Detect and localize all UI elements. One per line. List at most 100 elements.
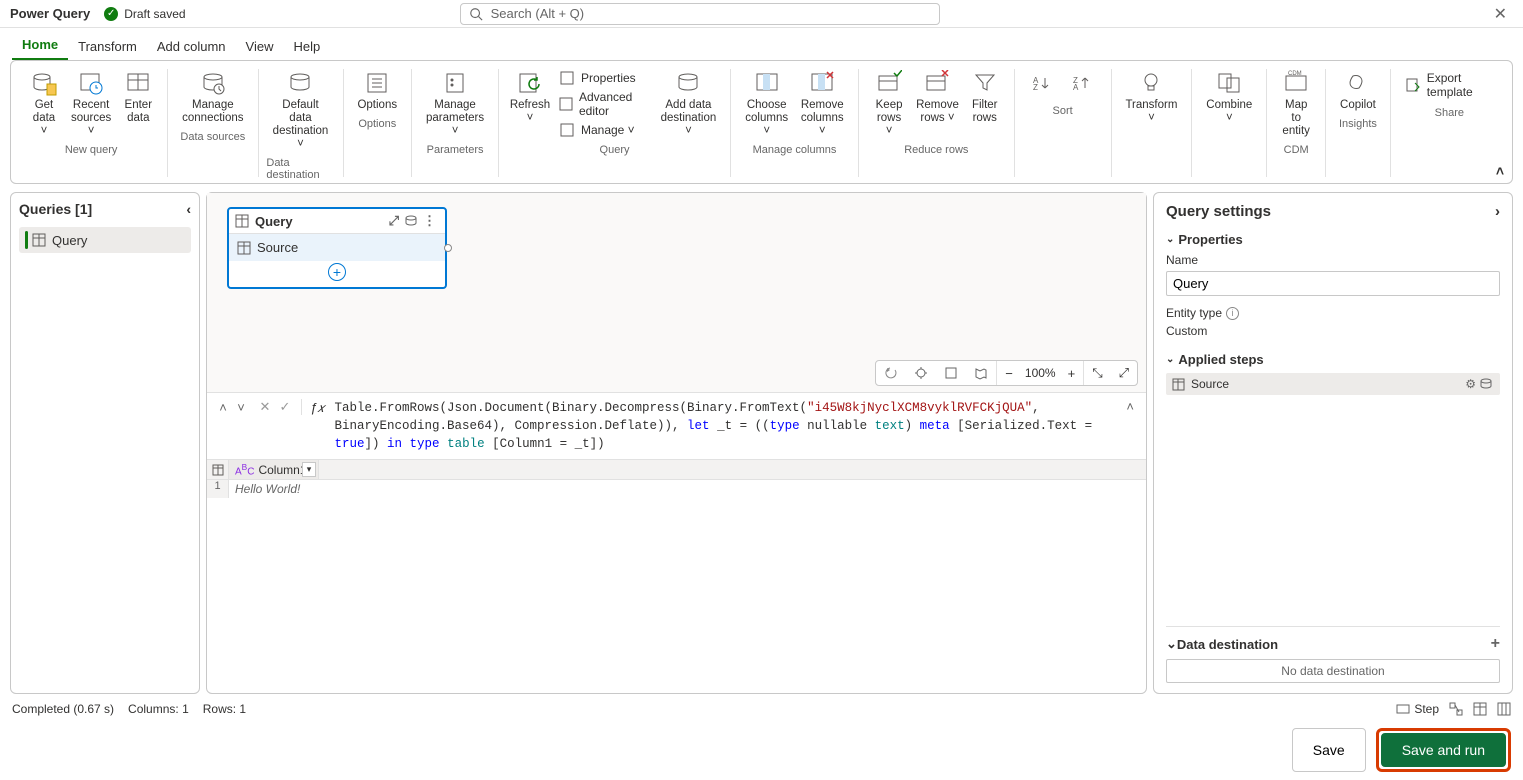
chevron-down-icon: ⌄ bbox=[1166, 234, 1174, 245]
add-step-button[interactable]: + bbox=[229, 261, 445, 287]
zoom-level: 100% bbox=[1021, 361, 1060, 385]
add-data-destination-button[interactable]: Add data destination ˅ bbox=[655, 65, 722, 142]
manage-parameters-button[interactable]: Manage parameters ˅ bbox=[420, 65, 490, 142]
expand-diagram-button[interactable]: ⤢ bbox=[1111, 361, 1137, 385]
status-rows: Rows: 1 bbox=[203, 702, 246, 716]
undo-button[interactable] bbox=[876, 361, 906, 385]
options-button[interactable]: Options bbox=[351, 65, 403, 116]
step-next-button[interactable]: ˅ bbox=[233, 399, 249, 415]
settings-collapse-icon[interactable]: › bbox=[1495, 203, 1500, 220]
ribbon-collapse-button[interactable]: ˄ bbox=[1496, 163, 1504, 179]
copilot-button[interactable]: Copilot bbox=[1334, 65, 1382, 116]
check-icon: ✓ bbox=[104, 7, 118, 21]
export-template-button[interactable]: Export template bbox=[1399, 65, 1500, 105]
filter-rows-button[interactable]: Filter rows bbox=[964, 65, 1006, 142]
keep-rows-icon bbox=[875, 69, 903, 97]
diagram-step-source[interactable]: Source bbox=[229, 234, 445, 261]
collapse-diagram-button[interactable]: ⤡ bbox=[1084, 361, 1110, 385]
properties-section-toggle[interactable]: ⌄Properties bbox=[1166, 232, 1500, 247]
table-row[interactable]: 1 Hello World! bbox=[207, 480, 1146, 498]
advanced-editor-button[interactable]: Advanced editor bbox=[553, 88, 655, 120]
select-all-button[interactable] bbox=[207, 460, 229, 479]
expand-icon[interactable]: ⤢ bbox=[386, 213, 402, 229]
recent-sources-button[interactable]: Recent sources ˅ bbox=[65, 65, 117, 142]
close-button[interactable]: ✕ bbox=[1488, 4, 1513, 24]
zoom-in-button[interactable]: + bbox=[1060, 361, 1084, 385]
formula-text[interactable]: Table.FromRows(Json.Document(Binary.Deco… bbox=[334, 399, 1122, 453]
cell[interactable]: Hello World! bbox=[229, 480, 319, 498]
enter-data-button[interactable]: Enter data bbox=[117, 65, 159, 142]
queries-collapse-icon[interactable]: ‹ bbox=[186, 201, 191, 217]
connection-node[interactable] bbox=[444, 244, 452, 252]
more-icon[interactable]: ⋮ bbox=[420, 213, 439, 229]
sort-desc-button[interactable]: ZA bbox=[1063, 65, 1103, 103]
formula-expand-button[interactable]: ˄ bbox=[1122, 399, 1138, 414]
group-cdm-label: CDM bbox=[1284, 144, 1309, 156]
step-prev-button[interactable]: ˄ bbox=[215, 399, 231, 415]
remove-rows-button[interactable]: Remove rows ˅ bbox=[911, 65, 963, 142]
status-columns: Columns: 1 bbox=[128, 702, 189, 716]
queries-title: Queries [1] bbox=[19, 201, 92, 217]
table-view-button[interactable] bbox=[1473, 702, 1487, 716]
info-icon[interactable]: i bbox=[1226, 307, 1239, 320]
filter-icon bbox=[971, 69, 999, 97]
diagram-view[interactable]: Query ⤢ ⋮ Source + − bbox=[207, 193, 1146, 393]
tab-add-column[interactable]: Add column bbox=[147, 33, 236, 60]
commit-formula-button[interactable]: ✓ bbox=[277, 399, 293, 415]
export-icon bbox=[1405, 77, 1421, 93]
fx-icon[interactable]: ƒ𝑥 bbox=[310, 399, 324, 416]
applied-steps-toggle[interactable]: ⌄Applied steps bbox=[1166, 352, 1500, 367]
tab-home[interactable]: Home bbox=[12, 31, 68, 60]
fit-button[interactable] bbox=[906, 361, 936, 385]
no-destination-label: No data destination bbox=[1166, 659, 1500, 683]
card-destination-icon[interactable] bbox=[402, 215, 420, 227]
data-grid[interactable]: ABC Column1 ▾ 1 Hello World! bbox=[207, 460, 1146, 693]
manage-connections-button[interactable]: Manage connections bbox=[176, 65, 249, 129]
group-share-label: Share bbox=[1435, 107, 1464, 119]
get-data-button[interactable]: Get data ˅ bbox=[23, 65, 65, 142]
diagram-view-button[interactable] bbox=[1449, 702, 1463, 716]
sort-asc-button[interactable]: AZ bbox=[1023, 65, 1063, 103]
save-and-run-button[interactable]: Save and run bbox=[1381, 733, 1506, 767]
fullscreen-button[interactable] bbox=[936, 361, 966, 385]
refresh-button[interactable]: Refresh ˅ bbox=[507, 65, 553, 142]
combine-button[interactable]: Combine ˅ bbox=[1200, 65, 1258, 129]
tab-view[interactable]: View bbox=[236, 33, 284, 60]
parameters-icon bbox=[441, 69, 469, 97]
tab-transform[interactable]: Transform bbox=[68, 33, 147, 60]
search-input[interactable]: Search (Alt + Q) bbox=[460, 3, 940, 25]
step-view-button[interactable]: Step bbox=[1396, 702, 1439, 716]
add-destination-button[interactable]: + bbox=[1491, 635, 1500, 653]
applied-step-source[interactable]: Source ⚙ bbox=[1166, 373, 1500, 395]
remove-columns-button[interactable]: Remove columns ˅ bbox=[794, 65, 850, 142]
map-to-entity-button[interactable]: CDMMap to entity bbox=[1275, 65, 1317, 142]
schema-view-button[interactable] bbox=[1497, 702, 1511, 716]
keep-rows-button[interactable]: Keep rows ˅ bbox=[867, 65, 911, 142]
editor-icon bbox=[559, 96, 573, 112]
default-destination-button[interactable]: Default data destination ˅ bbox=[266, 65, 334, 155]
active-bar bbox=[25, 231, 28, 249]
data-destination-toggle[interactable]: ⌄ Data destination + bbox=[1166, 635, 1500, 653]
zoom-out-button[interactable]: − bbox=[997, 361, 1021, 385]
group-reduce-rows-label: Reduce rows bbox=[904, 144, 968, 156]
diagram-query-card[interactable]: Query ⤢ ⋮ Source + bbox=[227, 207, 447, 289]
manage-query-button[interactable]: Manage ˅ bbox=[553, 120, 655, 140]
query-item[interactable]: Query bbox=[19, 227, 191, 253]
formula-bar: ˄ ˅ ✕ ✓ ƒ𝑥 Table.FromRows(Json.Document(… bbox=[207, 393, 1146, 460]
properties-button[interactable]: Properties bbox=[553, 68, 655, 88]
query-name-input[interactable] bbox=[1166, 271, 1500, 296]
save-button[interactable]: Save bbox=[1292, 728, 1366, 772]
column-name: Column1 bbox=[258, 463, 306, 477]
minimap-button[interactable] bbox=[966, 361, 996, 385]
ribbon-tabs: Home Transform Add column View Help bbox=[0, 28, 1523, 60]
destination-icon bbox=[286, 69, 314, 97]
tab-help[interactable]: Help bbox=[283, 33, 330, 60]
choose-columns-button[interactable]: Choose columns ˅ bbox=[739, 65, 795, 142]
step-destination-icon[interactable] bbox=[1478, 378, 1494, 390]
connections-icon bbox=[199, 69, 227, 97]
step-settings-icon[interactable]: ⚙ bbox=[1463, 377, 1478, 391]
transform-button[interactable]: Transform ˅ bbox=[1119, 65, 1183, 129]
column-header-column1[interactable]: ABC Column1 ▾ bbox=[229, 460, 319, 479]
cancel-formula-button[interactable]: ✕ bbox=[257, 399, 273, 415]
column-dropdown-button[interactable]: ▾ bbox=[302, 462, 316, 477]
